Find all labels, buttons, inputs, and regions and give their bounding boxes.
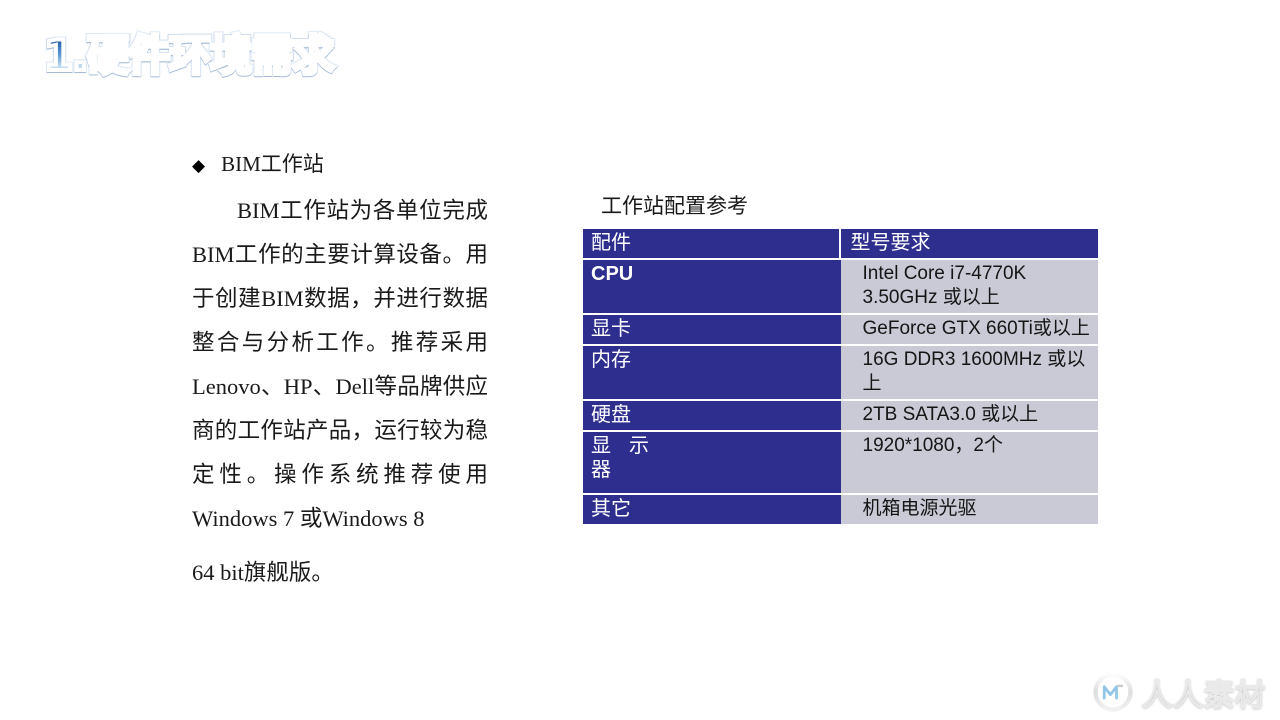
table-header-cell-spec: 型号要求 (840, 229, 1098, 261)
table-cell-value-cjk: 机箱电源光驱 (862, 498, 977, 520)
left-content-column: ◆ BIM工作站 BIM工作站为各单位完成BIM工作的主要计算设备。用于创建BI… (192, 152, 532, 595)
table-header-row: 配件 型号要求 (583, 229, 1098, 261)
bullet-item-bim-workstation: ◆ BIM工作站 (192, 152, 532, 177)
page-title: 1.硬件环境需求 (42, 31, 336, 80)
table-cell-value: 机箱电源光驱 (840, 495, 1098, 527)
table-cell-value: 16G DDR3 1600MHz 或以上 (840, 346, 1098, 402)
table-cell-value-latin: 1920*1080，2 (862, 435, 985, 457)
table-cell-value-latin: 16G DDR3 1600MHz (862, 349, 1048, 371)
table-row: 内存 16G DDR3 1600MHz 或以上 (583, 346, 1098, 402)
table-cell-value: Intel Core i7-4770K 3.50GHz 或以上 (840, 260, 1098, 316)
table-cell-value: GeForce GTX 660Ti或以上 (840, 315, 1098, 347)
table-row: CPU Intel Core i7-4770K 3.50GHz 或以上 (583, 260, 1098, 316)
table-cell-key-text: 显 示器 (591, 435, 649, 482)
bullet-item-label: BIM工作站 (221, 152, 324, 176)
right-content-column: 工作站配置参考 配件 型号要求 CPU Intel Core i7-4770K … (583, 194, 1098, 527)
watermark-text: 人人素材 (1142, 670, 1266, 714)
workstation-config-table: 配件 型号要求 CPU Intel Core i7-4770K 3.50GHz … (583, 229, 1098, 527)
body-paragraph-tail: 64 bit旗舰版。 (192, 560, 334, 586)
watermark: 人人素材 (1092, 670, 1266, 714)
table-cell-key: 其它 (583, 495, 841, 527)
body-paragraph: BIM工作站为各单位完成BIM工作的主要计算设备。用于创建BIM数据，并进行数据… (192, 198, 488, 532)
table-cell-key: 显 示器 (583, 432, 841, 496)
table-cell-key: CPU (583, 260, 841, 316)
table-cell-value-latin: GeForce GTX 660Ti (862, 318, 1033, 340)
table-cell-value: 1920*1080，2个 (840, 432, 1098, 496)
table-cell-value-cjk: 或以上 (1032, 318, 1090, 340)
table-cell-key: 内存 (583, 346, 841, 402)
table-header-cell-component: 配件 (583, 229, 841, 261)
table-cell-key: 显卡 (583, 315, 841, 347)
circle-m-logo-icon (1093, 672, 1133, 712)
table-cell-value-cjk: 或以上 (942, 287, 1000, 309)
table-row: 其它 机箱电源光驱 (583, 495, 1098, 527)
table-row: 硬盘 2TB SATA3.0 或以上 (583, 401, 1098, 433)
table-caption: 工作站配置参考 (601, 194, 748, 218)
table-row: 显卡 GeForce GTX 660Ti或以上 (583, 315, 1098, 347)
table-cell-value: 2TB SATA3.0 或以上 (840, 401, 1098, 433)
table-row: 显 示器 1920*1080，2个 (583, 432, 1098, 496)
table-cell-value-latin: 2TB SATA3.0 (862, 404, 982, 426)
diamond-bullet-icon: ◆ (192, 156, 206, 175)
table-cell-value-cjk: 个 (984, 435, 1004, 457)
table-cell-key: 硬盘 (583, 401, 841, 433)
table-cell-value-cjk: 或以上 (981, 404, 1039, 426)
